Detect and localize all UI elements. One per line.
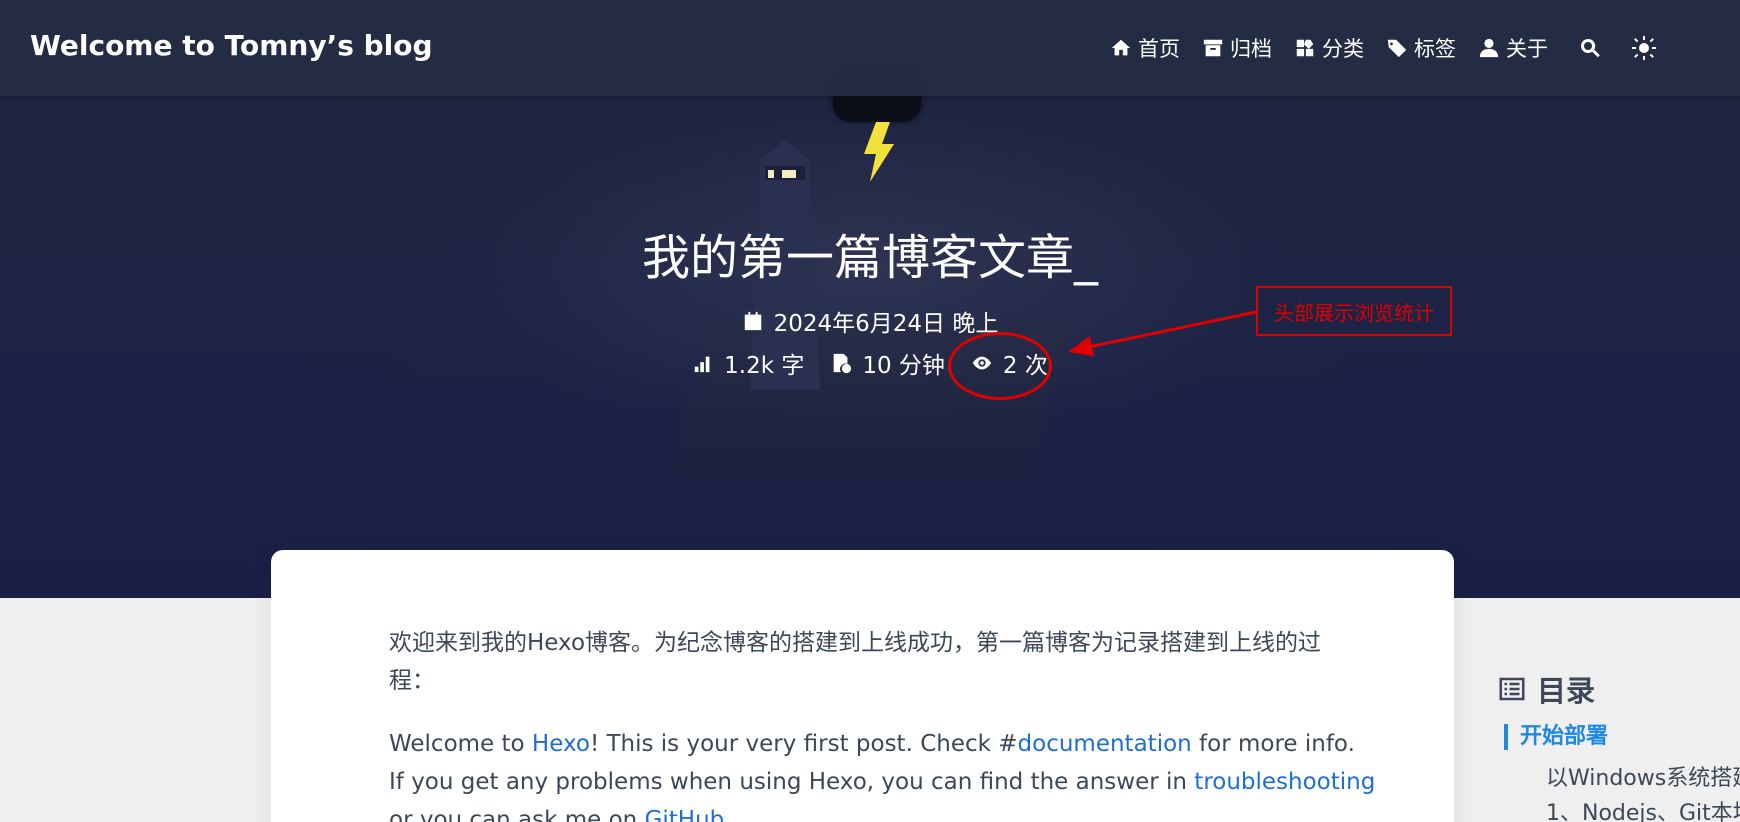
search-icon xyxy=(1581,38,1600,58)
nav-item-home[interactable]: 首页 xyxy=(1110,33,1180,63)
annotation-label: 头部展示浏览统计 xyxy=(1256,286,1452,336)
text-span: . xyxy=(724,807,732,822)
read-time: 10 分钟 xyxy=(830,346,945,380)
toc-item-active[interactable]: 开始部署 xyxy=(1504,724,1608,750)
post-date: 2024年6月24日 晚上 xyxy=(773,311,999,337)
word-count: 1.2k 字 xyxy=(692,346,804,380)
text-span: for more info. xyxy=(1191,731,1355,757)
nav-item-label: 首页 xyxy=(1138,37,1180,61)
annotation-arrow xyxy=(1068,310,1257,356)
post-title: 我的第一篇博客文章_ xyxy=(641,230,1098,286)
toc-header: 目录 xyxy=(1497,668,1595,710)
text-span: or you can ask me on xyxy=(389,807,645,822)
chart-bar-icon xyxy=(694,356,710,373)
home-icon xyxy=(1111,39,1131,56)
nav-item-about[interactable]: 关于 xyxy=(1478,33,1548,63)
nav-item-label: 关于 xyxy=(1506,37,1548,61)
nav-item-tags[interactable]: 标签 xyxy=(1386,33,1456,63)
category-icon xyxy=(1296,39,1314,57)
post-meta-stats: 1.2k 字 10 分钟 2 次 xyxy=(0,346,1740,380)
read-time-value: 10 分钟 xyxy=(862,353,945,379)
toc-title: 目录 xyxy=(1537,674,1596,708)
nav-item-category[interactable]: 分类 xyxy=(1294,33,1364,63)
toc-item[interactable]: 以Windows系统搭建 xyxy=(1546,760,1740,792)
nav-item-label: 标签 xyxy=(1414,37,1456,61)
text-span: If you get any problems when using Hexo,… xyxy=(389,769,1195,795)
nav-item-label: 分类 xyxy=(1322,37,1364,61)
tags-icon xyxy=(1387,39,1407,58)
github-link[interactable]: GitHub xyxy=(645,807,725,822)
archive-icon xyxy=(1203,39,1223,57)
page: Welcome to Tomny’s blog 首页 归档 分类 标签 关于 我… xyxy=(0,0,1740,822)
user-icon xyxy=(1479,38,1499,58)
document-clock-icon xyxy=(834,353,852,374)
documentation-link[interactable]: documentation xyxy=(1018,731,1192,757)
nav-menu: 首页 归档 分类 标签 关于 xyxy=(1110,30,1656,66)
word-count-value: 1.2k 字 xyxy=(724,353,805,379)
sun-icon xyxy=(1632,36,1656,60)
calendar-icon xyxy=(744,311,761,331)
search-button[interactable] xyxy=(1578,36,1602,60)
theme-toggle-button[interactable] xyxy=(1632,36,1656,60)
post-paragraph: Welcome to Hexo! This is your very first… xyxy=(389,725,1379,822)
text-span: Welcome to xyxy=(389,731,532,757)
lightning-illustration xyxy=(864,122,894,182)
site-brand[interactable]: Welcome to Tomny’s blog xyxy=(30,29,433,62)
nav-item-label: 归档 xyxy=(1230,37,1272,61)
hexo-link[interactable]: Hexo xyxy=(532,731,590,757)
nav-item-archive[interactable]: 归档 xyxy=(1202,33,1272,63)
navbar: Welcome to Tomny’s blog 首页 归档 分类 标签 关于 xyxy=(0,0,1740,96)
troubleshooting-link[interactable]: troubleshooting xyxy=(1194,769,1375,795)
annotation-ellipse xyxy=(948,332,1052,400)
text-span: ! This is your very first post. Check # xyxy=(589,731,1018,757)
post-intro: 欢迎来到我的Hexo博客。为纪念博客的搭建到上线成功，第一篇博客为记录搭建到上线… xyxy=(389,630,1322,694)
post-meta-date: 2024年6月24日 晚上 xyxy=(0,304,1740,338)
list-icon xyxy=(1499,677,1525,701)
toc-item[interactable]: 1、Nodejs、Git本地 xyxy=(1546,795,1740,822)
